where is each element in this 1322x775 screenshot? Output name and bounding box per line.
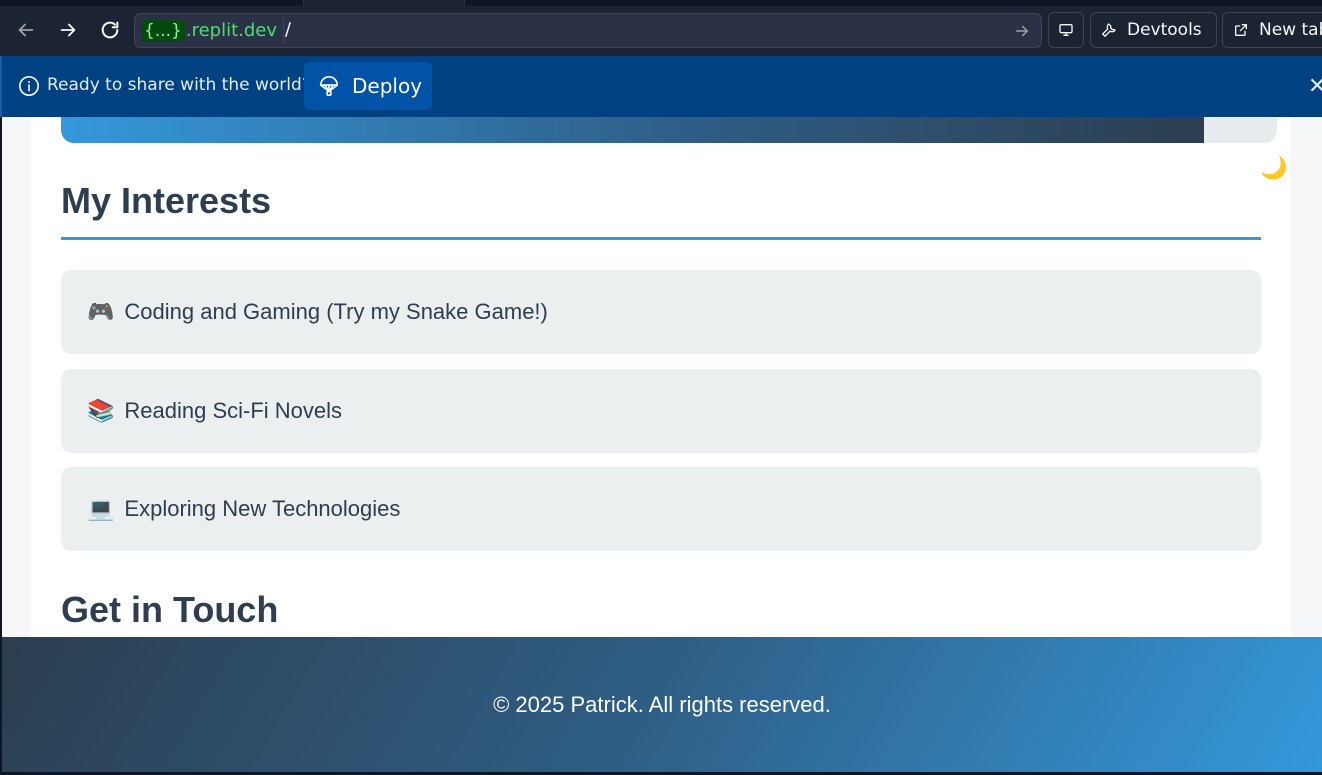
external-link-icon xyxy=(1235,24,1247,36)
interest-label: Coding and Gaming (Try my Snake Game!) xyxy=(124,299,548,324)
reload-button[interactable] xyxy=(94,14,126,46)
forward-button[interactable] xyxy=(52,14,84,46)
game-controller-icon: 🎮 xyxy=(87,299,115,324)
banner-message: Ready to share with the world? xyxy=(47,75,311,95)
screen-button[interactable] xyxy=(1048,12,1084,48)
interest-item-reading[interactable]: 📚 Reading Sci-Fi Novels xyxy=(61,369,1261,453)
page-footer: © 2025 Patrick. All rights reserved. xyxy=(2,637,1322,772)
page-viewport: 🌙 My Interests 🎮 Coding and Gaming (Try … xyxy=(2,117,1322,637)
progress-bar-fill xyxy=(61,117,1205,143)
url-path[interactable]: / xyxy=(285,19,291,40)
url-host: {...} .replit.dev xyxy=(141,17,285,44)
deploy-banner: Ready to share with the world? Deploy ✕ xyxy=(0,56,1322,117)
contact-heading: Get in Touch xyxy=(61,589,279,630)
url-domain: .replit.dev xyxy=(185,20,278,41)
browser-toolbar: {...} .replit.dev / Devtools New tab xyxy=(0,0,1322,56)
devtools-label: Devtools xyxy=(1127,20,1202,40)
address-bar[interactable]: {...} .replit.dev / xyxy=(134,13,1042,48)
wrench-icon xyxy=(1102,23,1116,37)
arrow-right-icon xyxy=(60,23,76,37)
deploy-label: Deploy xyxy=(352,74,423,98)
books-icon: 📚 xyxy=(87,398,115,423)
heading-underline xyxy=(61,237,1261,240)
back-button[interactable] xyxy=(10,14,42,46)
interest-item-technologies[interactable]: 💻 Exploring New Technologies xyxy=(61,467,1261,551)
interests-heading: My Interests xyxy=(61,180,272,221)
close-icon[interactable]: ✕ xyxy=(1308,74,1322,99)
url-badge: {...} xyxy=(141,19,185,42)
active-tab[interactable] xyxy=(303,0,465,6)
arrow-left-icon xyxy=(18,23,34,37)
theme-toggle-moon-icon[interactable]: 🌙 xyxy=(1260,156,1287,181)
monitor-icon xyxy=(1059,23,1073,36)
reload-icon xyxy=(101,21,119,39)
interest-item-coding-gaming[interactable]: 🎮 Coding and Gaming (Try my Snake Game!) xyxy=(61,270,1261,354)
new-tab-label: New tab xyxy=(1259,20,1322,40)
interest-label: Exploring New Technologies xyxy=(124,496,401,521)
interest-label: Reading Sci-Fi Novels xyxy=(124,398,343,423)
info-icon xyxy=(19,76,39,96)
progress-bar xyxy=(61,117,1277,143)
footer-copyright: © 2025 Patrick. All rights reserved. xyxy=(493,691,831,717)
parachute-icon xyxy=(319,76,339,96)
go-arrow-icon[interactable] xyxy=(1013,22,1031,40)
tab-strip xyxy=(0,0,1322,6)
laptop-icon: 💻 xyxy=(87,496,115,521)
new-tab-button[interactable]: New tab xyxy=(1222,12,1322,48)
devtools-button[interactable]: Devtools xyxy=(1090,12,1217,48)
deploy-button[interactable]: Deploy xyxy=(304,62,432,110)
